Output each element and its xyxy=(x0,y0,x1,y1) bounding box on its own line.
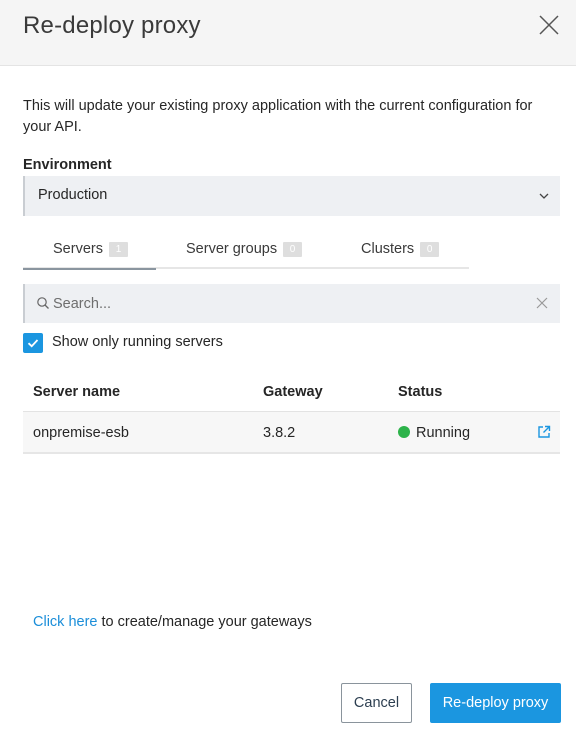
column-gateway: Gateway xyxy=(263,384,323,400)
close-icon[interactable] xyxy=(536,12,562,38)
running-filter-checkbox[interactable] xyxy=(23,333,43,353)
tab-servers[interactable]: Servers 1 xyxy=(23,241,156,270)
chevron-down-icon xyxy=(539,193,549,199)
manage-gateways-link[interactable]: Click here xyxy=(33,614,97,630)
search-bar xyxy=(23,284,560,323)
tab-server-groups-count: 0 xyxy=(283,242,303,257)
table-row[interactable]: onpremise-esb 3.8.2 Running xyxy=(23,412,560,454)
environment-label: Environment xyxy=(23,157,112,173)
status-cell: Running xyxy=(398,425,470,441)
column-status: Status xyxy=(398,384,443,400)
checkmark-icon xyxy=(27,339,39,348)
tab-clusters[interactable]: Clusters 0 xyxy=(361,241,440,269)
cancel-button[interactable]: Cancel xyxy=(341,683,412,723)
dialog-description: This will update your existing proxy app… xyxy=(23,98,533,135)
status-text: Running xyxy=(416,425,471,441)
tab-servers-label: Servers xyxy=(53,241,103,257)
target-tabs: Servers 1 Server groups 0 Clusters 0 xyxy=(23,240,469,270)
clear-icon[interactable] xyxy=(535,296,549,310)
search-icon xyxy=(37,297,49,309)
dialog-header: Re-deploy proxy xyxy=(0,0,576,66)
dialog-title: Re-deploy proxy xyxy=(23,12,201,39)
manage-gateways-note: Click here to create/manage your gateway… xyxy=(33,614,312,630)
search-input[interactable] xyxy=(53,284,523,323)
tab-server-groups[interactable]: Server groups 0 xyxy=(186,241,303,269)
column-server-name: Server name xyxy=(33,384,121,400)
status-running-dot xyxy=(398,426,410,438)
gateway-version-cell: 3.8.2 xyxy=(263,425,296,441)
external-link-icon[interactable] xyxy=(537,425,551,439)
environment-selected-value: Production xyxy=(38,187,108,203)
running-filter-label: Show only running servers xyxy=(52,334,223,350)
tab-server-groups-label: Server groups xyxy=(186,241,278,257)
servers-table: Server name Gateway Status onpremise-esb… xyxy=(23,371,560,454)
tab-servers-count: 1 xyxy=(108,242,128,257)
server-name-cell: onpremise-esb xyxy=(33,425,129,441)
redeploy-proxy-button[interactable]: Re-deploy proxy xyxy=(430,683,561,723)
table-header: Server name Gateway Status xyxy=(23,371,560,412)
manage-gateways-text: to create/manage your gateways xyxy=(101,614,312,630)
tab-clusters-count: 0 xyxy=(420,242,440,257)
tab-clusters-label: Clusters xyxy=(361,241,415,257)
environment-select[interactable]: Production xyxy=(23,176,560,216)
